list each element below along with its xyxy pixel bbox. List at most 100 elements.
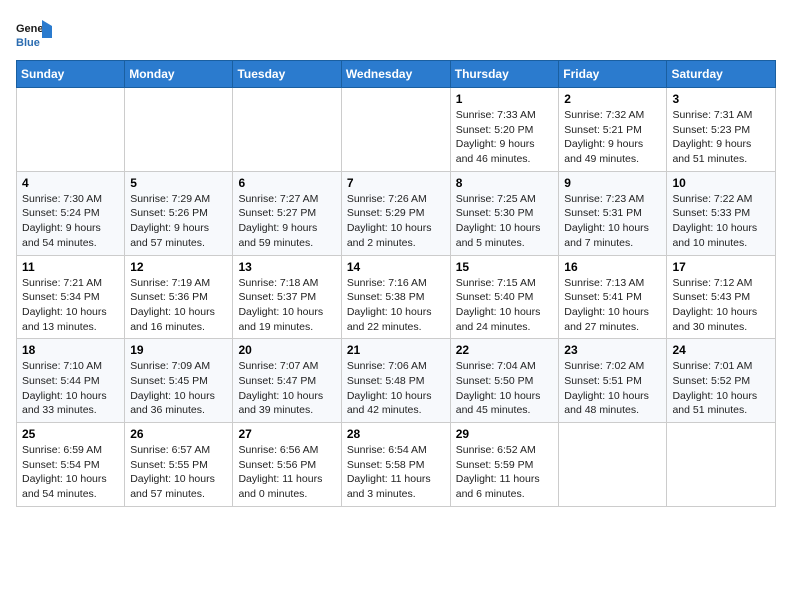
day-number: 19 (130, 343, 227, 357)
day-number: 16 (564, 260, 661, 274)
calendar-table: SundayMondayTuesdayWednesdayThursdayFrid… (16, 60, 776, 507)
weekday-header-saturday: Saturday (667, 61, 776, 88)
calendar-cell: 13 Sunrise: 7:18 AM Sunset: 5:37 PM Dayli… (233, 255, 341, 339)
calendar-cell: 27 Sunrise: 6:56 AM Sunset: 5:56 PM Dayli… (233, 423, 341, 507)
day-number: 15 (456, 260, 554, 274)
day-info: Sunrise: 7:27 AM Sunset: 5:27 PM Dayligh… (238, 192, 335, 251)
day-number: 18 (22, 343, 119, 357)
calendar-cell: 11 Sunrise: 7:21 AM Sunset: 5:34 PM Dayli… (17, 255, 125, 339)
day-info: Sunrise: 7:15 AM Sunset: 5:40 PM Dayligh… (456, 276, 554, 335)
day-info: Sunrise: 7:10 AM Sunset: 5:44 PM Dayligh… (22, 359, 119, 418)
day-info: Sunrise: 7:26 AM Sunset: 5:29 PM Dayligh… (347, 192, 445, 251)
day-number: 17 (672, 260, 770, 274)
day-number: 10 (672, 176, 770, 190)
day-info: Sunrise: 6:54 AM Sunset: 5:58 PM Dayligh… (347, 443, 445, 502)
logo: General Blue (16, 16, 52, 52)
calendar-cell: 10 Sunrise: 7:22 AM Sunset: 5:33 PM Dayli… (667, 171, 776, 255)
calendar-cell (125, 88, 233, 172)
weekday-header-tuesday: Tuesday (233, 61, 341, 88)
day-info: Sunrise: 7:23 AM Sunset: 5:31 PM Dayligh… (564, 192, 661, 251)
day-number: 22 (456, 343, 554, 357)
day-info: Sunrise: 7:09 AM Sunset: 5:45 PM Dayligh… (130, 359, 227, 418)
weekday-header-row: SundayMondayTuesdayWednesdayThursdayFrid… (17, 61, 776, 88)
day-info: Sunrise: 6:52 AM Sunset: 5:59 PM Dayligh… (456, 443, 554, 502)
day-number: 6 (238, 176, 335, 190)
day-number: 13 (238, 260, 335, 274)
calendar-cell: 18 Sunrise: 7:10 AM Sunset: 5:44 PM Dayli… (17, 339, 125, 423)
header: General Blue (16, 16, 776, 52)
week-row-1: 1Sunrise: 7:33 AM Sunset: 5:20 PM Daylig… (17, 88, 776, 172)
calendar-cell: 12 Sunrise: 7:19 AM Sunset: 5:36 PM Dayli… (125, 255, 233, 339)
calendar-cell: 14 Sunrise: 7:16 AM Sunset: 5:38 PM Dayli… (341, 255, 450, 339)
day-info: Sunrise: 6:56 AM Sunset: 5:56 PM Dayligh… (238, 443, 335, 502)
svg-text:Blue: Blue (16, 37, 40, 49)
calendar-cell: 16 Sunrise: 7:13 AM Sunset: 5:41 PM Dayli… (559, 255, 667, 339)
calendar-cell: 8 Sunrise: 7:25 AM Sunset: 5:30 PM Daylig… (450, 171, 559, 255)
calendar-cell (341, 88, 450, 172)
calendar-cell: 2 Sunrise: 7:32 AM Sunset: 5:21 PM Daylig… (559, 88, 667, 172)
day-info: Sunrise: 7:02 AM Sunset: 5:51 PM Dayligh… (564, 359, 661, 418)
calendar-cell: 26Sunrise: 6:57 AM Sunset: 5:55 PM Dayli… (125, 423, 233, 507)
day-number: 14 (347, 260, 445, 274)
day-info: Sunrise: 7:22 AM Sunset: 5:33 PM Dayligh… (672, 192, 770, 251)
logo-icon: General Blue (16, 16, 52, 52)
calendar-cell: 9Sunrise: 7:23 AM Sunset: 5:31 PM Daylig… (559, 171, 667, 255)
week-row-4: 18 Sunrise: 7:10 AM Sunset: 5:44 PM Dayli… (17, 339, 776, 423)
day-info: Sunrise: 6:57 AM Sunset: 5:55 PM Dayligh… (130, 443, 227, 502)
calendar-cell: 29 Sunrise: 6:52 AM Sunset: 5:59 PM Dayli… (450, 423, 559, 507)
day-number: 12 (130, 260, 227, 274)
calendar-cell (559, 423, 667, 507)
calendar-cell: 21 Sunrise: 7:06 AM Sunset: 5:48 PM Dayli… (341, 339, 450, 423)
day-number: 11 (22, 260, 119, 274)
calendar-cell: 20Sunrise: 7:07 AM Sunset: 5:47 PM Dayli… (233, 339, 341, 423)
day-info: Sunrise: 7:04 AM Sunset: 5:50 PM Dayligh… (456, 359, 554, 418)
calendar-cell: 4Sunrise: 7:30 AM Sunset: 5:24 PM Daylig… (17, 171, 125, 255)
day-number: 3 (672, 92, 770, 106)
calendar-cell: 6 Sunrise: 7:27 AM Sunset: 5:27 PM Daylig… (233, 171, 341, 255)
day-info: Sunrise: 7:16 AM Sunset: 5:38 PM Dayligh… (347, 276, 445, 335)
day-number: 2 (564, 92, 661, 106)
day-info: Sunrise: 7:06 AM Sunset: 5:48 PM Dayligh… (347, 359, 445, 418)
day-number: 24 (672, 343, 770, 357)
weekday-header-monday: Monday (125, 61, 233, 88)
week-row-5: 25Sunrise: 6:59 AM Sunset: 5:54 PM Dayli… (17, 423, 776, 507)
calendar-cell: 22 Sunrise: 7:04 AM Sunset: 5:50 PM Dayli… (450, 339, 559, 423)
calendar-cell: 19 Sunrise: 7:09 AM Sunset: 5:45 PM Dayli… (125, 339, 233, 423)
calendar-cell: 25Sunrise: 6:59 AM Sunset: 5:54 PM Dayli… (17, 423, 125, 507)
day-info: Sunrise: 7:13 AM Sunset: 5:41 PM Dayligh… (564, 276, 661, 335)
calendar-cell (667, 423, 776, 507)
day-info: Sunrise: 7:32 AM Sunset: 5:21 PM Dayligh… (564, 108, 661, 167)
day-info: Sunrise: 7:30 AM Sunset: 5:24 PM Dayligh… (22, 192, 119, 251)
day-info: Sunrise: 7:07 AM Sunset: 5:47 PM Dayligh… (238, 359, 335, 418)
day-info: Sunrise: 7:25 AM Sunset: 5:30 PM Dayligh… (456, 192, 554, 251)
weekday-header-sunday: Sunday (17, 61, 125, 88)
weekday-header-friday: Friday (559, 61, 667, 88)
day-info: Sunrise: 7:31 AM Sunset: 5:23 PM Dayligh… (672, 108, 770, 167)
day-number: 23 (564, 343, 661, 357)
week-row-2: 4Sunrise: 7:30 AM Sunset: 5:24 PM Daylig… (17, 171, 776, 255)
day-number: 28 (347, 427, 445, 441)
day-info: Sunrise: 7:19 AM Sunset: 5:36 PM Dayligh… (130, 276, 227, 335)
calendar-cell: 7 Sunrise: 7:26 AM Sunset: 5:29 PM Daylig… (341, 171, 450, 255)
day-info: Sunrise: 7:12 AM Sunset: 5:43 PM Dayligh… (672, 276, 770, 335)
day-info: Sunrise: 7:18 AM Sunset: 5:37 PM Dayligh… (238, 276, 335, 335)
day-info: Sunrise: 7:21 AM Sunset: 5:34 PM Dayligh… (22, 276, 119, 335)
day-number: 29 (456, 427, 554, 441)
calendar-cell: 17 Sunrise: 7:12 AM Sunset: 5:43 PM Dayli… (667, 255, 776, 339)
weekday-header-wednesday: Wednesday (341, 61, 450, 88)
calendar-cell (233, 88, 341, 172)
weekday-header-thursday: Thursday (450, 61, 559, 88)
calendar-cell: 5 Sunrise: 7:29 AM Sunset: 5:26 PM Daylig… (125, 171, 233, 255)
calendar-cell (17, 88, 125, 172)
day-info: Sunrise: 6:59 AM Sunset: 5:54 PM Dayligh… (22, 443, 119, 502)
day-number: 21 (347, 343, 445, 357)
day-number: 5 (130, 176, 227, 190)
calendar-cell: 23 Sunrise: 7:02 AM Sunset: 5:51 PM Dayli… (559, 339, 667, 423)
day-number: 27 (238, 427, 335, 441)
day-number: 7 (347, 176, 445, 190)
calendar-cell: 28 Sunrise: 6:54 AM Sunset: 5:58 PM Dayli… (341, 423, 450, 507)
calendar-cell: 3 Sunrise: 7:31 AM Sunset: 5:23 PM Daylig… (667, 88, 776, 172)
week-row-3: 11 Sunrise: 7:21 AM Sunset: 5:34 PM Dayli… (17, 255, 776, 339)
day-number: 8 (456, 176, 554, 190)
day-info: Sunrise: 7:29 AM Sunset: 5:26 PM Dayligh… (130, 192, 227, 251)
